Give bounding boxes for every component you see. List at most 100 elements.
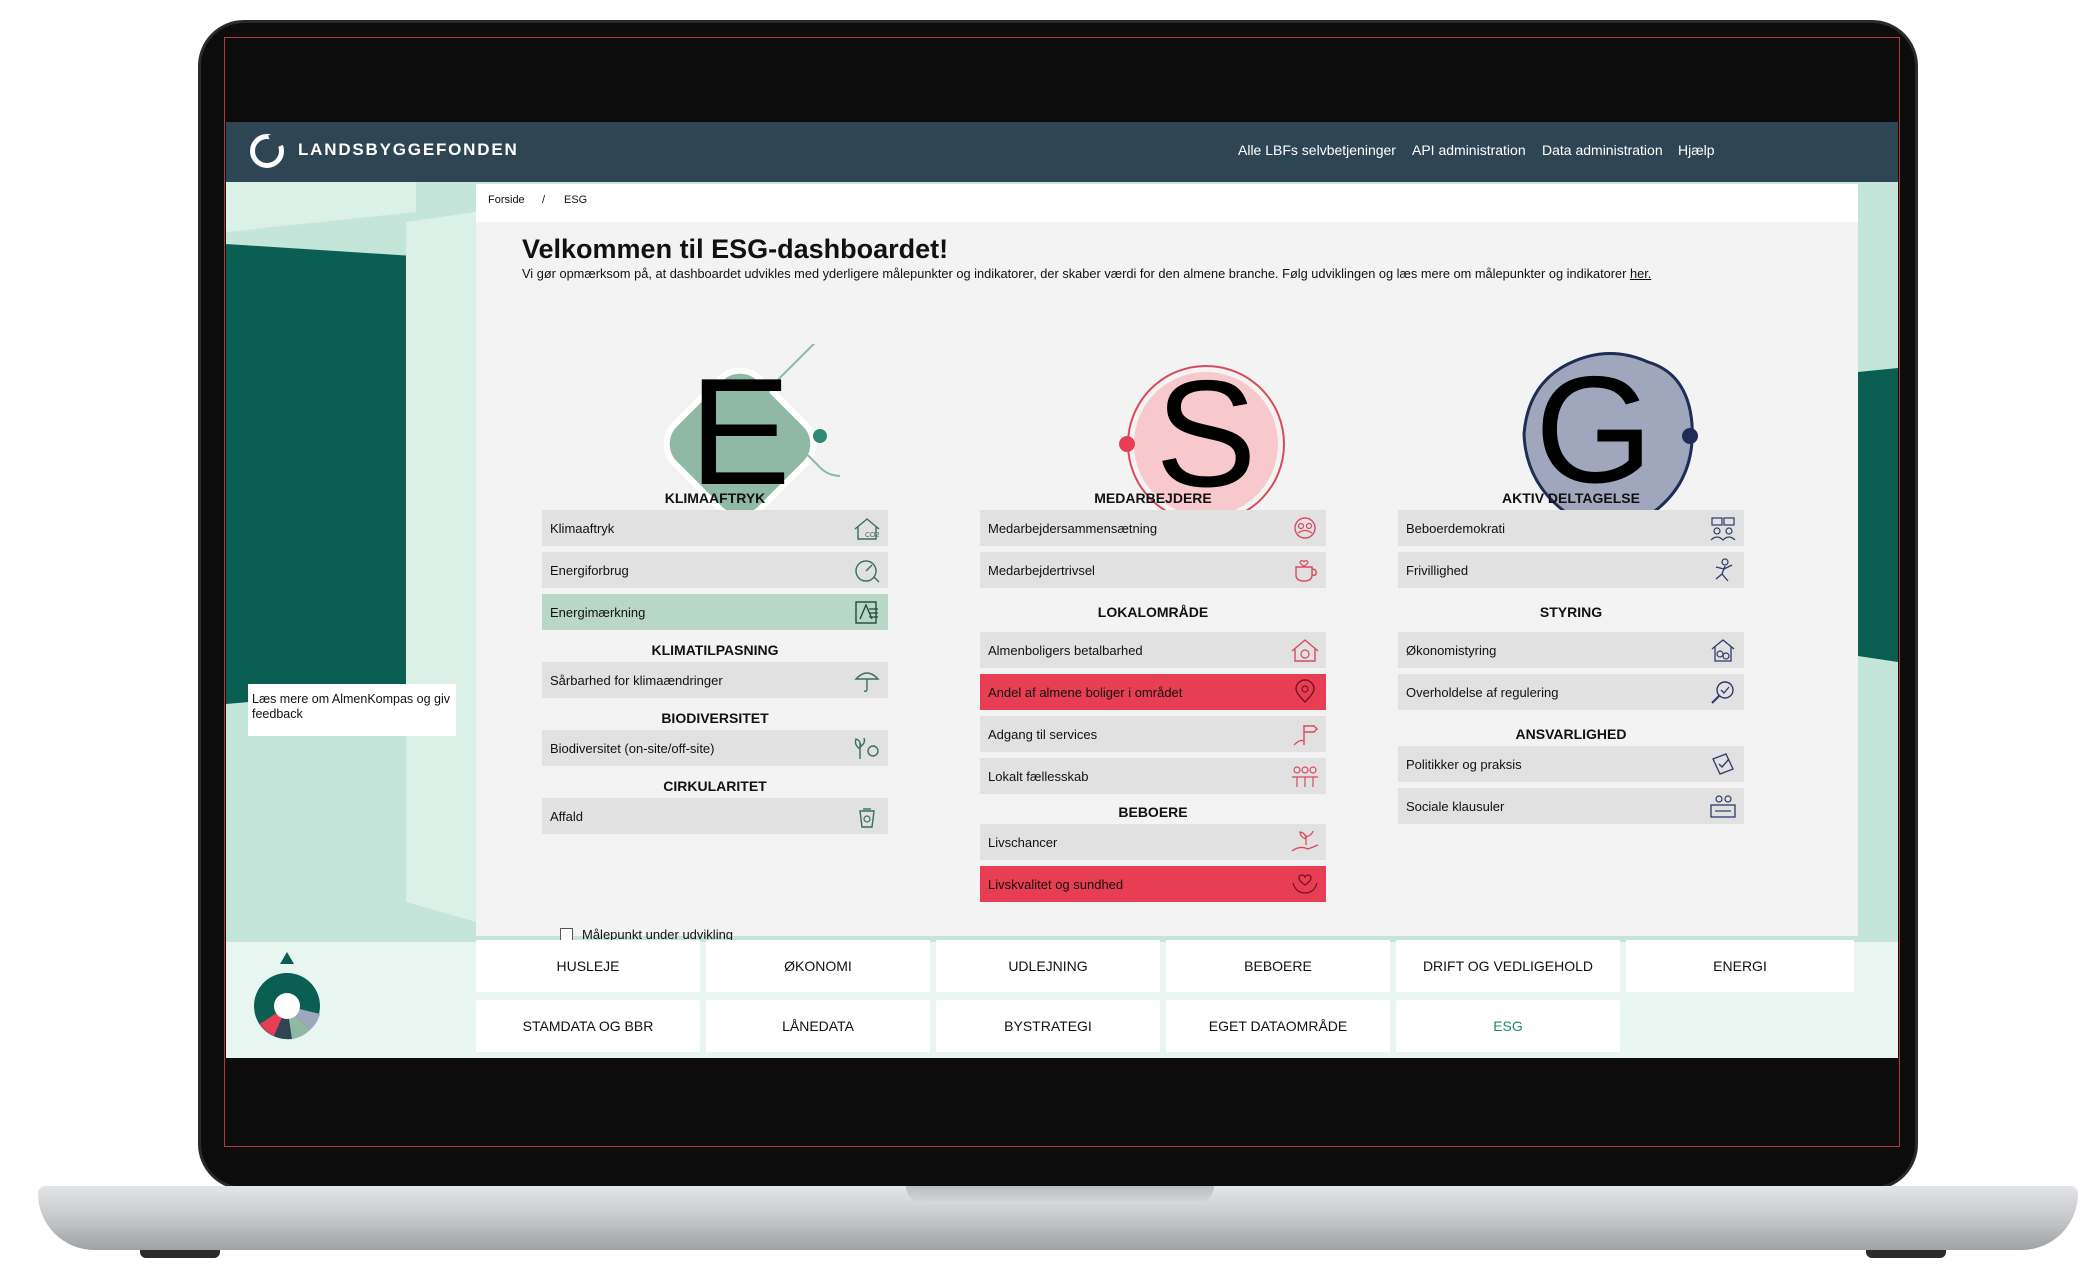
- indicator-energimaerkning[interactable]: Energimærkning: [542, 594, 888, 630]
- indicator-label: Politikker og praksis: [1406, 756, 1522, 772]
- indicator-label: Energiforbrug: [550, 562, 629, 578]
- laptop-foot-left: [140, 1250, 220, 1258]
- community-people-icon: [1290, 762, 1320, 790]
- page-title: Velkommen til ESG-dashboardet!: [522, 234, 949, 264]
- house-money-icon: [1290, 636, 1320, 664]
- section-title-lokalomraade: LOKALOMRÅDE: [1097, 604, 1209, 620]
- brand-name: LANDSBYGGEFONDEN: [298, 140, 519, 159]
- indicator-energiforbrug[interactable]: Energiforbrug: [542, 552, 888, 588]
- indicator-biodiversitet[interactable]: Biodiversitet (on-site/off-site): [542, 730, 888, 766]
- tab-drift-og-vedligehold[interactable]: DRIFT OG VEDLIGEHOLD: [1396, 940, 1620, 992]
- tab-udlejning[interactable]: UDLEJNING: [936, 940, 1160, 992]
- s-letter: S: [1155, 349, 1257, 519]
- laptop-notch: [906, 1186, 1214, 1204]
- top-navigation-bar: LANDSBYGGEFONDEN Alle LBFs selvbetjening…: [226, 122, 1898, 182]
- section-title-cirkularitet: CIRKULARITET: [663, 778, 767, 794]
- magnifier-check-icon: [1708, 678, 1738, 706]
- section-title-ansvarlighed: ANSVARLIGHED: [1515, 726, 1627, 742]
- indicator-politikker-og-praksis[interactable]: Politikker og praksis: [1398, 746, 1744, 782]
- indicator-beboerdemokrati[interactable]: Beboerdemokrati: [1398, 510, 1744, 546]
- indicator-saarbarhed[interactable]: Sårbarhed for klimaændringer: [542, 662, 888, 698]
- indicator-sociale-klausuler[interactable]: Sociale klausuler: [1398, 788, 1744, 824]
- indicator-label: Overholdelse af regulering: [1406, 684, 1559, 700]
- tab-esg[interactable]: ESG: [1396, 1000, 1620, 1052]
- indicator-affald[interactable]: Affald: [542, 798, 888, 834]
- document-check-icon: [1708, 750, 1738, 778]
- section-title-klimatilpasning: KLIMATILPASNING: [651, 642, 779, 658]
- contract-people-icon: [1708, 792, 1738, 820]
- tab-stamdata-og-bbr[interactable]: STAMDATA OG BBR: [476, 1000, 700, 1052]
- almenkompas-logo-icon: [254, 952, 320, 1040]
- breadcrumb: Forside / ESG: [476, 184, 1858, 222]
- nav-link-selvbetjeninger[interactable]: Alle LBFs selvbetjeninger: [1238, 142, 1396, 158]
- meeting-icon: [1708, 514, 1738, 542]
- house-coins-icon: [1708, 636, 1738, 664]
- svg-text:CO2: CO2: [865, 532, 880, 539]
- section-title-medarbejdere: MEDARBEJDERE: [1094, 490, 1212, 506]
- indicator-label: Sårbarhed for klimaændringer: [550, 672, 723, 688]
- intro-link-her[interactable]: her.: [1630, 266, 1651, 281]
- indicator-medarbejdertrivsel[interactable]: Medarbejdertrivsel: [980, 552, 1326, 588]
- location-pin-icon: [1290, 678, 1320, 706]
- indicator-label: Affald: [550, 808, 584, 824]
- breadcrumb-forside[interactable]: Forside: [488, 194, 525, 206]
- indicator-label: Energimærkning: [550, 604, 646, 620]
- indicator-label: Andel af almene boliger i området: [988, 684, 1183, 700]
- indicator-label: Biodiversitet (on-site/off-site): [550, 740, 715, 756]
- tab-eget-dataomraade[interactable]: EGET DATAOMRÅDE: [1166, 1000, 1390, 1052]
- signpost-icon: [1290, 720, 1320, 748]
- nav-link-data-administration[interactable]: Data administration: [1542, 142, 1663, 158]
- umbrella-icon: [852, 666, 882, 694]
- indicator-livskvalitet-og-sundhed[interactable]: Livskvalitet og sundhed: [980, 866, 1326, 902]
- indicator-label: Sociale klausuler: [1406, 798, 1505, 814]
- indicator-lokalt-faellesskab[interactable]: Lokalt fællesskab: [980, 758, 1326, 794]
- feedback-link[interactable]: Læs mere om AlmenKompas og giv feedback: [248, 684, 456, 736]
- indicator-label: Livschancer: [988, 834, 1058, 850]
- indicator-label: Almenboligers betalbarhed: [988, 642, 1143, 658]
- indicator-label: Medarbejdersammensætning: [988, 520, 1158, 536]
- indicator-label: Økonomistyring: [1406, 642, 1497, 658]
- indicator-label: Medarbejdertrivsel: [988, 562, 1095, 578]
- intro-body: Vi gør opmærksom på, at dashboardet udvi…: [522, 266, 1630, 281]
- tab-energi[interactable]: ENERGI: [1626, 940, 1854, 992]
- e-letter: E: [689, 347, 791, 517]
- indicator-livschancer[interactable]: Livschancer: [980, 824, 1326, 860]
- breadcrumb-esg: ESG: [564, 194, 588, 206]
- indicator-almenboligers-betalbarhed[interactable]: Almenboligers betalbarhed: [980, 632, 1326, 668]
- tab-laanedata[interactable]: LÅNEDATA: [706, 1000, 930, 1052]
- indicator-medarbejdersammensaetning[interactable]: Medarbejdersammensætning: [980, 510, 1326, 546]
- nav-link-hjaelp[interactable]: Hjælp: [1678, 142, 1715, 158]
- indicator-frivillighed[interactable]: Frivillighed: [1398, 552, 1744, 588]
- indicator-label: Livskvalitet og sundhed: [988, 876, 1124, 892]
- indicator-label: Beboerdemokrati: [1406, 520, 1505, 536]
- indicator-andel-almene-boliger[interactable]: Andel af almene boliger i området: [980, 674, 1326, 710]
- indicator-label: Klimaaftryk: [550, 520, 615, 536]
- section-title-klimaaftryk: KLIMAAFTRYK: [664, 490, 766, 506]
- esg-dashboard-panel: Forside / ESG Velkommen til ESG-dashboar…: [476, 184, 1858, 942]
- indicator-overholdelse-af-regulering[interactable]: Overholdelse af regulering: [1398, 674, 1744, 710]
- heart-hands-icon: [1290, 870, 1320, 898]
- heart-cup-icon: [1290, 556, 1320, 584]
- people-circle-icon: [1290, 514, 1320, 542]
- logo-gap: [268, 129, 290, 149]
- indicator-oekonomistyring[interactable]: Økonomistyring: [1398, 632, 1744, 668]
- indicator-klimaaftryk[interactable]: Klimaaftryk CO2: [542, 510, 888, 546]
- recycle-bin-icon: [852, 802, 882, 830]
- intro-text: Vi gør opmærksom på, at dashboardet udvi…: [522, 266, 1651, 281]
- plant-hand-icon: [1290, 828, 1320, 856]
- tab-husleje[interactable]: HUSLEJE: [476, 940, 700, 992]
- indicator-label: Frivillighed: [1406, 562, 1469, 578]
- breadcrumb-separator: /: [542, 194, 546, 206]
- indicator-label: Adgang til services: [988, 726, 1098, 742]
- house-co2-icon: CO2: [852, 514, 882, 542]
- leaves-icon: [852, 734, 882, 762]
- section-title-beboere: BEBOERE: [1118, 804, 1188, 820]
- section-title-styring: STYRING: [1539, 604, 1603, 620]
- indicator-label: Lokalt fællesskab: [988, 768, 1089, 784]
- indicator-adgang-til-services[interactable]: Adgang til services: [980, 716, 1326, 752]
- tab-beboere[interactable]: BEBOERE: [1166, 940, 1390, 992]
- tab-bystrategi[interactable]: BYSTRATEGI: [936, 1000, 1160, 1052]
- nav-link-api-administration[interactable]: API administration: [1412, 142, 1526, 158]
- section-title-aktiv-deltagelse: AKTIV DELTAGELSE: [1502, 490, 1640, 506]
- tab-oekonomi[interactable]: ØKONOMI: [706, 940, 930, 992]
